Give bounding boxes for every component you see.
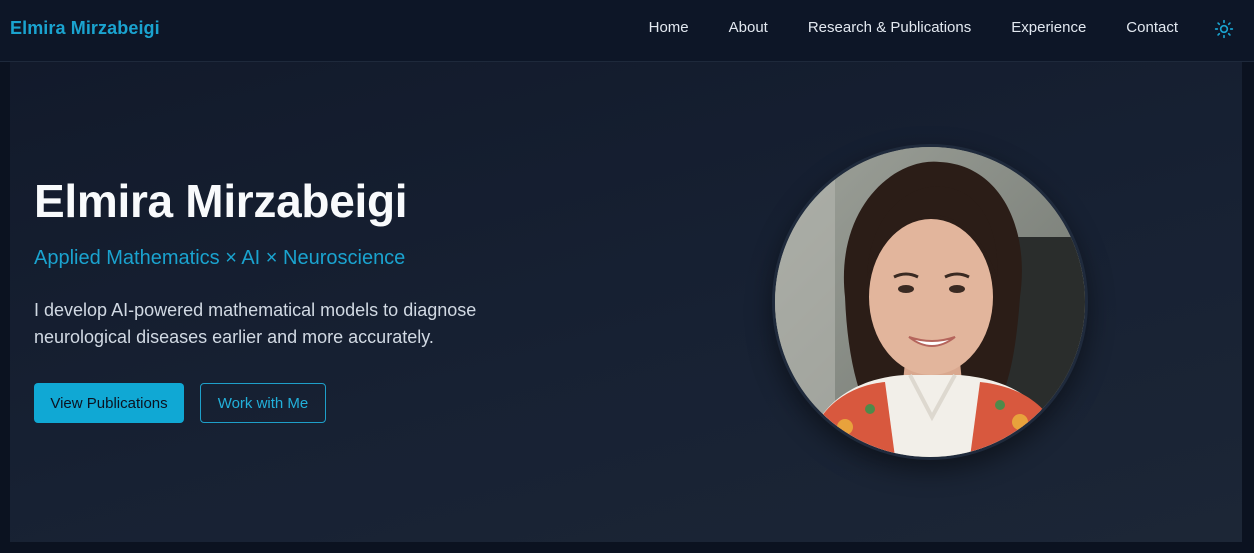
theme-toggle-button[interactable] xyxy=(1212,17,1236,41)
nav-link-experience[interactable]: Experience xyxy=(1011,19,1086,36)
profile-photo xyxy=(772,144,1088,460)
sun-icon xyxy=(1214,19,1234,39)
work-with-me-button[interactable]: Work with Me xyxy=(200,383,326,423)
hero-section: Elmira Mirzabeigi Applied Mathematics × … xyxy=(10,62,1242,542)
hero-title: Elmira Mirzabeigi xyxy=(34,175,408,227)
profile-photo-illustration xyxy=(775,147,1085,457)
nav-link-about[interactable]: About xyxy=(729,19,768,36)
top-navbar: Elmira Mirzabeigi Home About Research & … xyxy=(0,0,1254,62)
hero-tagline: Applied Mathematics × AI × Neuroscience xyxy=(34,247,406,269)
nav-link-research[interactable]: Research & Publications xyxy=(808,19,971,36)
view-publications-button[interactable]: View Publications xyxy=(34,383,184,423)
hero-description: I develop AI-powered mathematical models… xyxy=(34,300,477,347)
nav-link-home[interactable]: Home xyxy=(649,19,689,36)
nav-links: Home About Research & Publications Exper… xyxy=(609,19,1178,36)
nav-link-contact[interactable]: Contact xyxy=(1126,19,1178,36)
brand-logo-link[interactable]: Elmira Mirzabeigi xyxy=(10,18,160,39)
